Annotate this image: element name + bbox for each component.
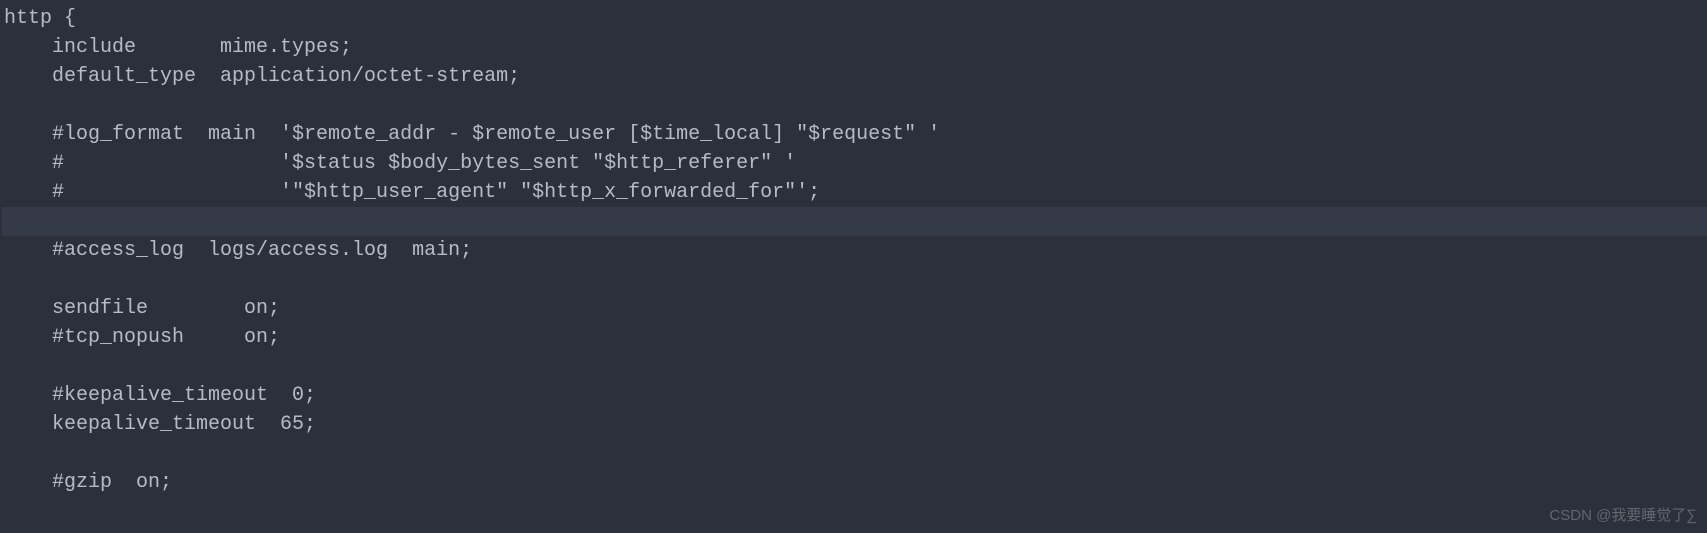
code-line: #access_log logs/access.log main; [2, 236, 1707, 265]
code-line: #log_format main '$remote_addr - $remote… [2, 120, 1707, 149]
code-line [2, 265, 1707, 294]
code-block: http { include mime.types; default_type … [0, 0, 1707, 497]
code-line: default_type application/octet-stream; [2, 62, 1707, 91]
code-line [2, 91, 1707, 120]
watermark-text: CSDN @我要睡觉了∑ [1549, 505, 1697, 527]
code-line: include mime.types; [2, 33, 1707, 62]
code-line: http { [2, 4, 1707, 33]
code-line: #gzip on; [2, 468, 1707, 497]
code-line: #keepalive_timeout 0; [2, 381, 1707, 410]
code-line: #tcp_nopush on; [2, 323, 1707, 352]
code-line [2, 207, 1707, 236]
code-line: keepalive_timeout 65; [2, 410, 1707, 439]
code-line: # '"$http_user_agent" "$http_x_forwarded… [2, 178, 1707, 207]
code-line [2, 352, 1707, 381]
code-line: sendfile on; [2, 294, 1707, 323]
code-line [2, 439, 1707, 468]
code-line: # '$status $body_bytes_sent "$http_refer… [2, 149, 1707, 178]
